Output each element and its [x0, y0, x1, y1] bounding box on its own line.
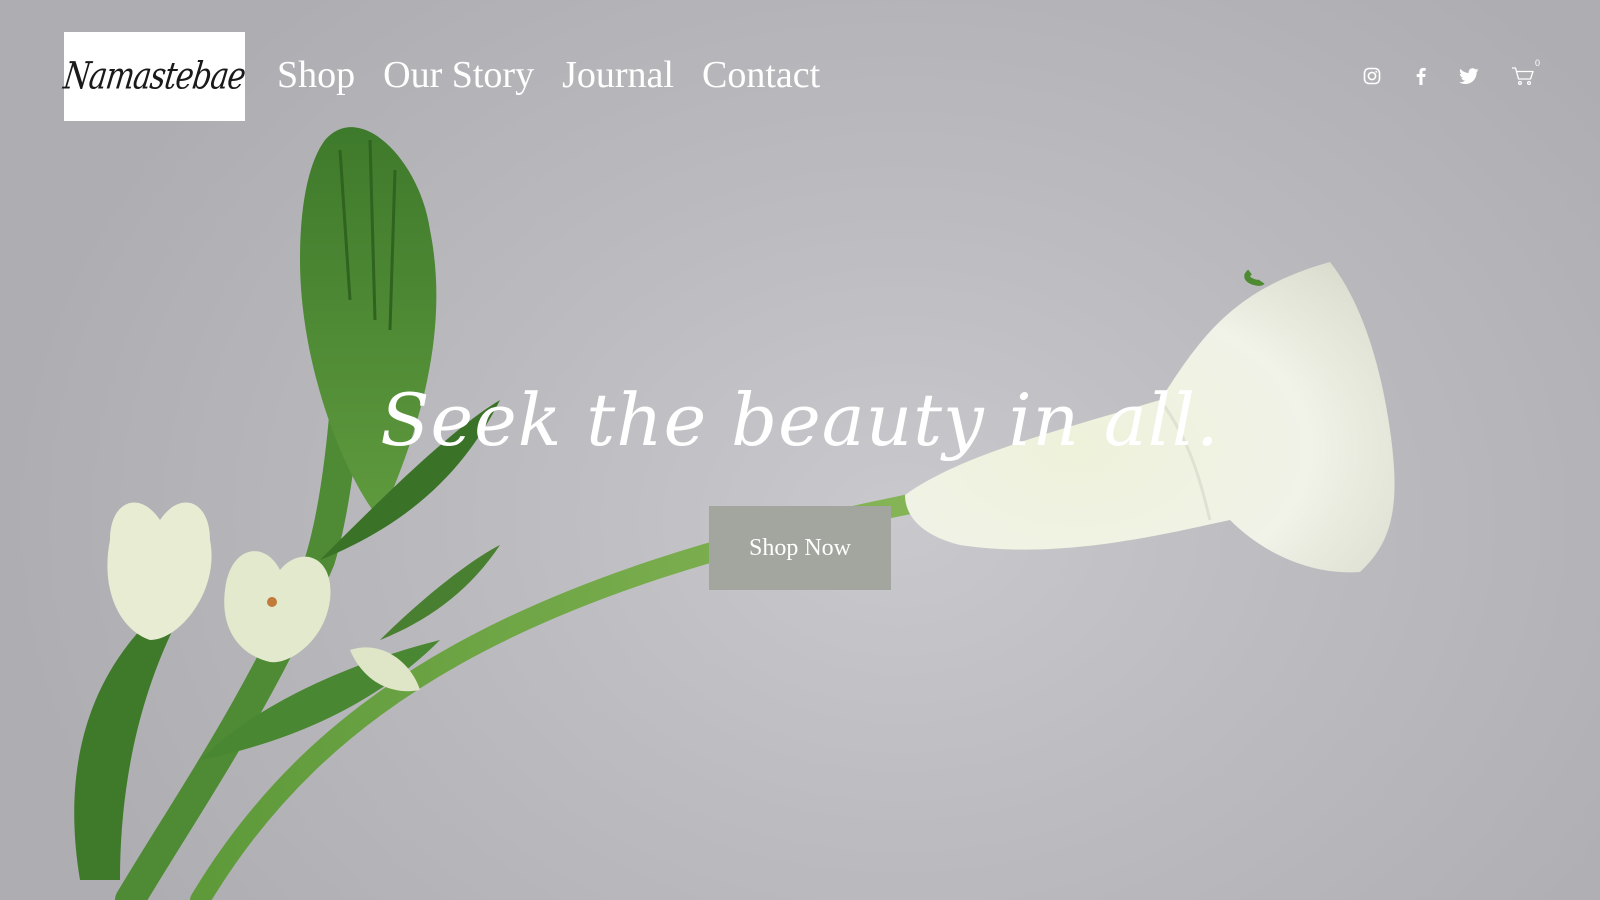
instagram-icon[interactable]	[1357, 61, 1387, 91]
twitter-icon[interactable]	[1454, 61, 1484, 91]
nav-item-contact[interactable]: Contact	[702, 52, 820, 98]
brand-logo[interactable]: Namastebae	[61, 32, 248, 121]
cart-icon[interactable]	[1508, 61, 1538, 91]
main-nav: Shop Our Story Journal Contact	[277, 52, 820, 98]
hero-headline: Seek the beauty in all.	[380, 378, 1220, 462]
logo-wordmark: Namastebae	[61, 54, 248, 99]
nav-item-shop[interactable]: Shop	[277, 52, 355, 98]
facebook-icon[interactable]	[1406, 61, 1436, 91]
nav-item-journal[interactable]: Journal	[562, 52, 674, 98]
site-header: Namastebae Shop Our Story Journal Contac…	[0, 0, 1600, 152]
nav-item-our-story[interactable]: Our Story	[383, 52, 534, 98]
cart-count-badge: 0	[1535, 58, 1541, 68]
shop-now-button[interactable]: Shop Now	[709, 506, 891, 590]
